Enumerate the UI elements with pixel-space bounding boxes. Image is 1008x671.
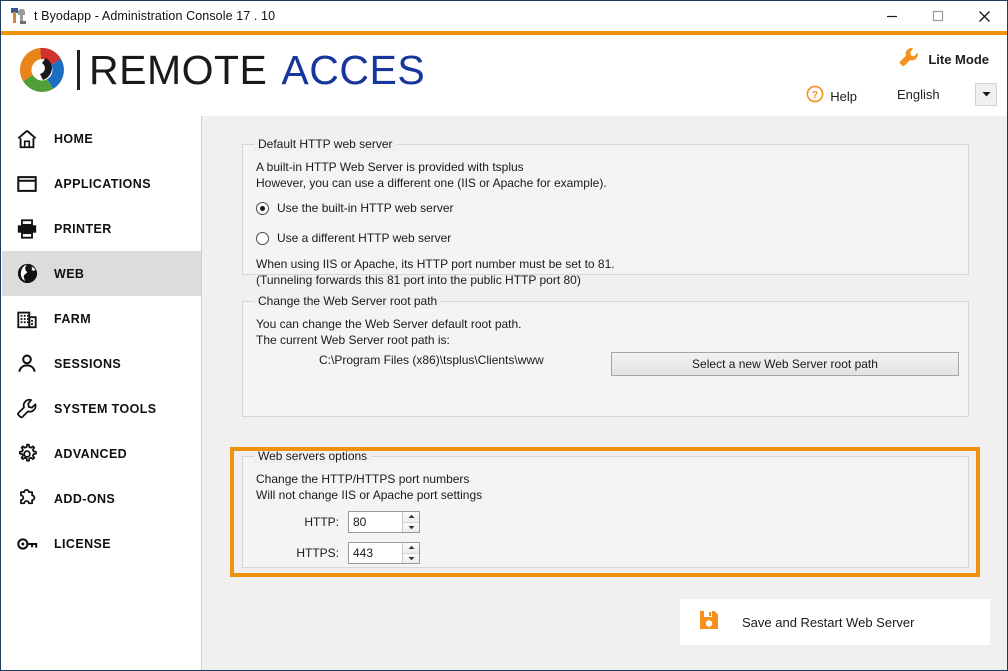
minimize-button[interactable]: [869, 1, 915, 31]
sidebar-item-web[interactable]: WEB: [2, 251, 201, 296]
window-icon: [15, 172, 39, 196]
default-http-note1: When using IIS or Apache, its HTTP port …: [256, 257, 615, 271]
sidebar-item-printer[interactable]: PRINTER: [2, 206, 201, 251]
http-port-input[interactable]: [349, 512, 402, 532]
help-label: Help: [830, 89, 857, 104]
save-and-restart-button[interactable]: Save and Restart Web Server: [680, 599, 990, 645]
root-path-group: Change the Web Server root path You can …: [242, 294, 969, 417]
http-port-label: HTTP:: [304, 515, 339, 529]
wrench-icon: [897, 45, 921, 74]
sidebar-item-label: ADVANCED: [54, 446, 128, 461]
radio-use-different-label: Use a different HTTP web server: [277, 231, 452, 245]
floppy-save-icon: [698, 609, 720, 636]
language-select[interactable]: English: [887, 82, 997, 106]
app-tools-icon: [8, 5, 30, 27]
sidebar-item-advanced[interactable]: ADVANCED: [2, 431, 201, 476]
sidebar-item-applications[interactable]: APPLICATIONS: [2, 161, 201, 206]
web-servers-options-group-title: Web servers options: [254, 449, 372, 463]
wrench-icon: [15, 397, 39, 421]
sidebar-item-farm[interactable]: FARM: [2, 296, 201, 341]
key-icon: [15, 532, 39, 556]
root-path-line1: You can change the Web Server default ro…: [256, 317, 522, 331]
sidebar-item-label: APPLICATIONS: [54, 176, 151, 191]
gear-icon: [15, 442, 39, 466]
lite-mode-label: Lite Mode: [928, 52, 989, 67]
web-servers-options-group: Web servers options Change the HTTP/HTTP…: [242, 449, 969, 568]
question-circle-icon: ?: [806, 85, 824, 108]
http-port-row: HTTP:: [256, 510, 955, 534]
sidebar-item-home[interactable]: HOME: [2, 116, 201, 161]
web-options-line2: Will not change IIS or Apache port setti…: [256, 488, 483, 502]
window-title: t Byodapp - Administration Console 17 . …: [34, 9, 276, 23]
sidebar-item-system-tools[interactable]: SYSTEM TOOLS: [2, 386, 201, 431]
default-http-group: Default HTTP web server A built-in HTTP …: [242, 137, 969, 287]
title-bar: t Byodapp - Administration Console 17 . …: [1, 1, 1007, 31]
default-http-line2: However, you can use a different one (II…: [256, 176, 607, 190]
https-port-decrement-icon[interactable]: [403, 552, 419, 563]
sidebar-item-label: SYSTEM TOOLS: [54, 401, 157, 416]
brand-header: REMOTE ACCES Lite Mode ? Help English: [1, 35, 1007, 116]
radio-use-builtin-label: Use the built-in HTTP web server: [277, 201, 454, 215]
sidebar-item-label: PRINTER: [54, 221, 112, 236]
globe-icon: [15, 262, 39, 286]
http-port-decrement-icon[interactable]: [403, 521, 419, 532]
select-root-path-button[interactable]: Select a new Web Server root path: [611, 352, 959, 376]
sidebar-nav: HOME APPLICATIONS PRINTER WEB FARM SESSI…: [2, 116, 202, 670]
radio-use-builtin[interactable]: Use the built-in HTTP web server: [256, 198, 955, 218]
root-path-group-title: Change the Web Server root path: [254, 294, 442, 308]
http-port-stepper[interactable]: [348, 511, 420, 533]
sidebar-item-label: HOME: [54, 131, 94, 146]
https-port-row: HTTPS:: [256, 541, 955, 565]
printer-icon: [15, 217, 39, 241]
svg-text:?: ?: [812, 89, 818, 101]
https-port-spin-buttons[interactable]: [402, 543, 419, 563]
logo-divider: [77, 50, 80, 90]
https-port-stepper[interactable]: [348, 542, 420, 564]
lite-mode-toggle[interactable]: Lite Mode: [897, 45, 989, 74]
sidebar-item-label: LICENSE: [54, 536, 111, 551]
application-window: t Byodapp - Administration Console 17 . …: [0, 0, 1008, 671]
http-port-increment-icon[interactable]: [403, 512, 419, 522]
help-link[interactable]: ? Help: [806, 85, 857, 108]
sidebar-item-license[interactable]: LICENSE: [2, 521, 201, 566]
puzzle-piece-icon: [15, 487, 39, 511]
maximize-button[interactable]: [915, 1, 961, 31]
https-port-input[interactable]: [349, 543, 402, 563]
sidebar-item-sessions[interactable]: SESSIONS: [2, 341, 201, 386]
sidebar-item-label: WEB: [54, 266, 85, 281]
home-icon: [15, 127, 39, 151]
root-path-line2: The current Web Server root path is:: [256, 333, 450, 347]
close-button[interactable]: [961, 1, 1007, 31]
web-options-line1: Change the HTTP/HTTPS port numbers: [256, 472, 470, 486]
http-port-spin-buttons[interactable]: [402, 512, 419, 532]
sidebar-item-add-ons[interactable]: ADD-ONS: [2, 476, 201, 521]
user-icon: [15, 352, 39, 376]
sidebar-item-label: ADD-ONS: [54, 491, 116, 506]
save-and-restart-label: Save and Restart Web Server: [742, 614, 915, 630]
content-panel: Default HTTP web server A built-in HTTP …: [202, 116, 1007, 670]
window-controls: [869, 1, 1007, 31]
logo-text-primary: REMOTE: [89, 46, 268, 93]
chevron-down-icon[interactable]: [975, 82, 997, 106]
logo-text-secondary: ACCES: [281, 46, 426, 93]
https-port-increment-icon[interactable]: [403, 543, 419, 553]
sidebar-item-label: SESSIONS: [54, 356, 122, 371]
radio-use-different-indicator[interactable]: [256, 231, 269, 245]
building-icon: [15, 307, 39, 331]
default-http-line1: A built-in HTTP Web Server is provided w…: [256, 160, 524, 174]
remote-access-swirl-logo-icon: [15, 43, 69, 97]
default-http-note2: (Tunneling forwards this 81 port into th…: [256, 273, 581, 287]
default-http-group-title: Default HTTP web server: [254, 137, 397, 151]
brand-logo: REMOTE ACCES: [15, 43, 425, 97]
radio-use-different[interactable]: Use a different HTTP web server: [256, 228, 955, 248]
https-port-label: HTTPS:: [296, 546, 339, 560]
radio-use-builtin-indicator[interactable]: [256, 201, 269, 215]
sidebar-item-label: FARM: [54, 311, 92, 326]
language-value: English: [897, 86, 940, 102]
